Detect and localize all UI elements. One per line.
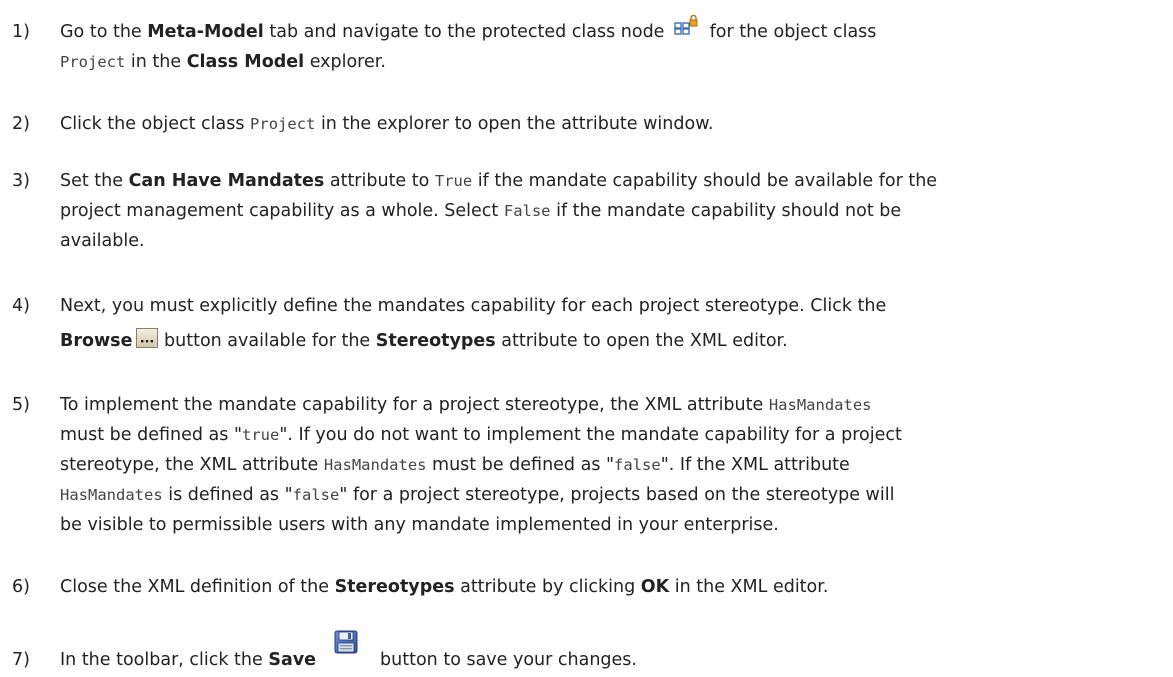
- browse-ellipsis-icon: [136, 328, 159, 348]
- step-text-fragment: explorer.: [304, 52, 386, 72]
- step-text: In the toolbar, click the Save button to…: [60, 630, 1160, 675]
- stereotypes-attribute-ref: Stereotypes: [334, 577, 455, 597]
- step-text-fragment: " for a project stereotype, projects bas…: [339, 485, 895, 505]
- step-text-fragment: attribute to open the XML editor.: [495, 331, 788, 351]
- step-text-fragment: Click the object class: [60, 114, 251, 134]
- step-text-fragment: button to save your changes.: [380, 650, 637, 670]
- step-number: 1): [12, 22, 30, 42]
- false-value-code: False: [503, 202, 551, 220]
- step-text-fragment: if the mandate capability should be avai…: [472, 171, 938, 191]
- step-text-fragment: in the explorer to open the attribute wi…: [315, 114, 714, 134]
- step-text: Set the Can Have Mandates attribute to T…: [60, 166, 1160, 256]
- step-number: 7): [12, 650, 30, 670]
- step-text-fragment: Set the: [60, 171, 129, 191]
- step-text: Go to the Meta-Model tab and navigate to…: [60, 15, 1160, 77]
- save-floppy-icon: [334, 630, 358, 654]
- step-text: Close the XML definition of the Stereoty…: [60, 572, 1160, 602]
- step-text-fragment: available.: [60, 231, 145, 251]
- step-text-fragment: must be defined as ": [60, 425, 242, 445]
- has-mandates-code: HasMandates: [60, 486, 163, 504]
- has-mandates-code: HasMandates: [323, 456, 427, 474]
- procedure-steps: 1) Go to the Meta-Model tab and navigate…: [0, 0, 1173, 677]
- true-value-code: True: [434, 172, 473, 190]
- step-text-fragment: ". If the XML attribute: [660, 455, 850, 475]
- step-text: To implement the mandate capability for …: [60, 390, 1160, 540]
- step-text-fragment: be visible to permissible users with any…: [60, 515, 779, 535]
- has-mandates-code: HasMandates: [768, 396, 872, 414]
- stereotypes-attribute-ref: Stereotypes: [375, 331, 496, 351]
- true-value-code: true: [242, 426, 280, 444]
- save-button-ref: Save: [268, 650, 317, 670]
- class-name-code: Project: [60, 53, 126, 71]
- step-text-fragment: ". If you do not want to implement the m…: [279, 425, 902, 445]
- class-model-explorer-ref: Class Model: [186, 52, 305, 72]
- step-text-fragment: is defined as ": [162, 485, 293, 505]
- step-text-fragment: for the object class: [704, 22, 877, 42]
- step-text-fragment: in the XML editor.: [669, 577, 829, 597]
- step-number: 3): [12, 171, 30, 191]
- meta-model-tab-ref: Meta-Model: [147, 22, 264, 42]
- can-have-mandates-attribute-ref: Can Have Mandates: [128, 171, 325, 191]
- step-text: Next, you must explicitly define the man…: [60, 291, 1160, 356]
- step-text-fragment: attribute to: [324, 171, 435, 191]
- step-text-fragment: Go to the: [60, 22, 148, 42]
- step-text-fragment: button available for the: [158, 331, 376, 351]
- ok-button-ref: OK: [640, 577, 670, 597]
- step-text-fragment: To implement the mandate capability for …: [60, 395, 769, 415]
- step-text-fragment: tab and navigate to the protected class …: [263, 22, 671, 42]
- browse-button-ref: Browse: [60, 331, 133, 351]
- step-text-fragment: attribute by clicking: [454, 577, 641, 597]
- step-text-fragment: must be defined as ": [426, 455, 615, 475]
- step-text-fragment: Close the XML definition of the: [60, 577, 335, 597]
- step-number: 5): [12, 395, 30, 415]
- step-number: 4): [12, 296, 30, 316]
- step-text-fragment: project management capability as a whole…: [60, 201, 504, 221]
- step-text-fragment: Next, you must explicitly define the man…: [60, 296, 887, 316]
- step-text-fragment: if the mandate capability should not be: [550, 201, 902, 221]
- protected-class-node-icon: [674, 15, 698, 37]
- step-text-fragment: In the toolbar, click the: [60, 650, 269, 670]
- false-value-code: false: [614, 456, 661, 474]
- class-name-code: Project: [250, 115, 316, 133]
- step-number: 2): [12, 114, 30, 134]
- step-text: Click the object class Project in the ex…: [60, 109, 1160, 139]
- false-value-code: false: [292, 486, 340, 504]
- step-text-fragment: stereotype, the XML attribute: [60, 455, 324, 475]
- step-text-fragment: in the: [125, 52, 187, 72]
- step-number: 6): [12, 577, 30, 597]
